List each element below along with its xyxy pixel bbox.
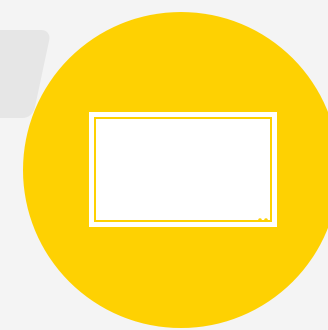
tv-icon (89, 112, 277, 227)
icon-tile (0, 0, 328, 330)
